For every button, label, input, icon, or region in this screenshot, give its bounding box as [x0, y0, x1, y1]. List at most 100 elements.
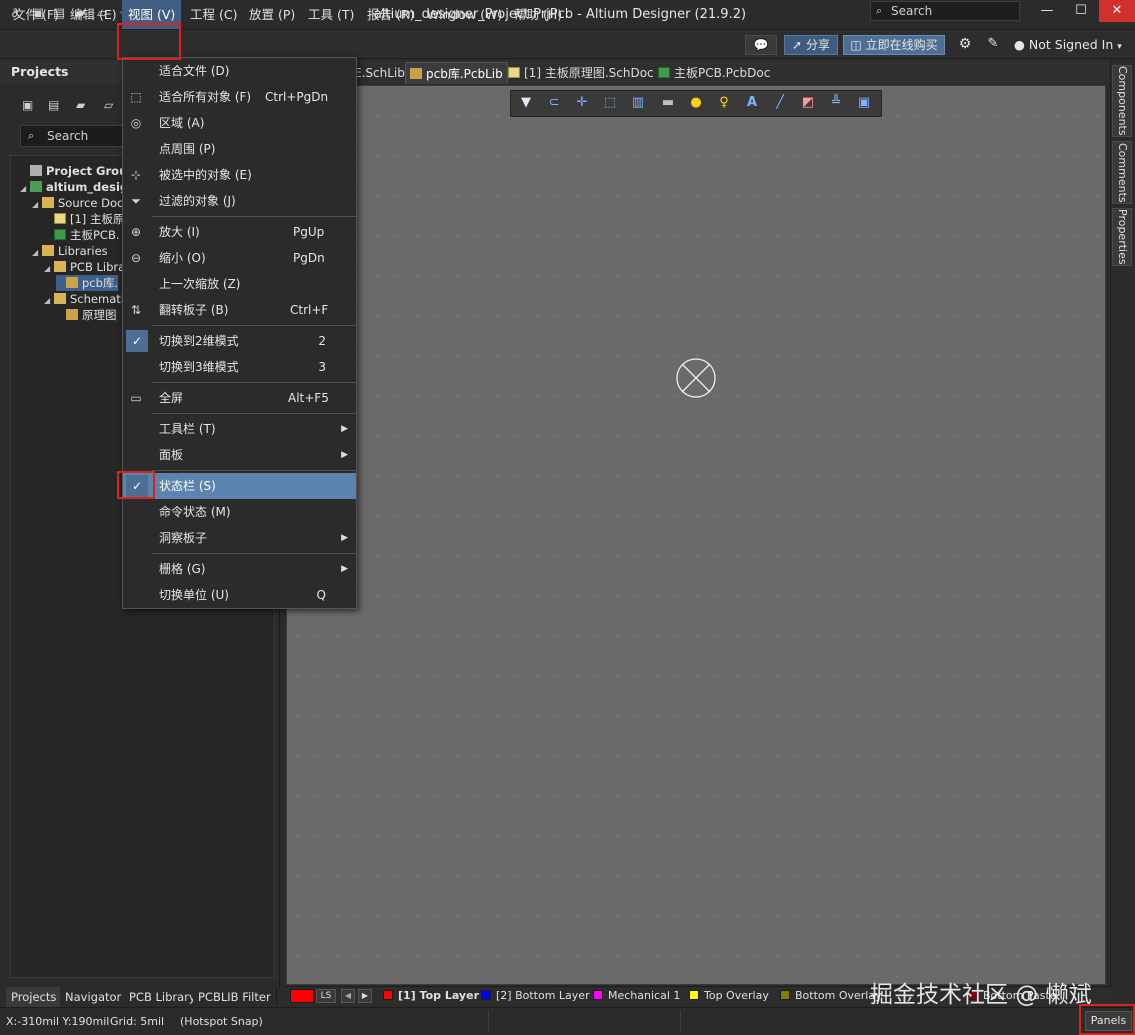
tree-item[interactable]: ◢ altium_design [20, 179, 136, 195]
tree-item[interactable]: ◢ Schematic [44, 291, 130, 307]
expand-triangle-icon[interactable]: ◢ [44, 261, 54, 277]
minimize-button[interactable]: — [1030, 0, 1064, 22]
zoom-in-icon: ⊕ [130, 225, 142, 239]
align-tool-icon[interactable]: ▥ [628, 95, 648, 111]
tree-item[interactable]: 原理图 [56, 307, 117, 323]
view-menu-item[interactable]: ◎ 区域 (A) [123, 110, 356, 136]
doc-tab-pcblib[interactable]: pcb库.PcbLib [405, 62, 508, 84]
pcb-library-canvas[interactable] [286, 85, 1106, 985]
layer-set-button[interactable]: LS [316, 989, 336, 1003]
current-layer-swatch[interactable] [290, 989, 314, 1003]
expand-triangle-icon[interactable]: ◢ [20, 181, 30, 197]
line-tool-icon[interactable]: ╱ [770, 95, 790, 111]
tree-item[interactable]: ◢ Source Docu [32, 195, 131, 211]
annotation-box-panels [1079, 1004, 1135, 1035]
view-menu-item[interactable]: ✓ 状态栏 (S) [123, 473, 356, 499]
via-tool-icon[interactable]: ♀ [714, 95, 734, 111]
notifications-icon[interactable]: ✎ [982, 35, 1004, 55]
view-menu-item[interactable]: 点周围 (P) [123, 136, 356, 162]
dimension-tool-icon[interactable]: ╩ [826, 95, 846, 111]
region-tool-icon[interactable]: ▣ [854, 95, 874, 111]
layer-scroll-right-icon[interactable]: ▶ [358, 989, 372, 1003]
view-menu-item-label: 点周围 (P) [159, 142, 216, 156]
view-menu-item[interactable]: 面板 ▶ [123, 442, 356, 468]
expand-triangle-icon[interactable]: ◢ [44, 293, 54, 309]
menu-help[interactable]: 帮助 (H) [508, 0, 568, 29]
open-project-folder-icon[interactable]: ▰ [76, 98, 90, 112]
view-menu-item-shortcut: 2 [318, 334, 326, 348]
tree-item[interactable]: pcb库. [56, 275, 119, 291]
tree-item[interactable]: 主板PCB. [44, 227, 120, 243]
layer-tab[interactable]: Top Overlay [689, 988, 769, 1004]
tab-projects[interactable]: Projects [6, 987, 63, 1007]
pad-tool-icon[interactable]: ● [686, 95, 706, 111]
view-menu-item[interactable]: ⬚ 适合所有对象 (F) Ctrl+PgDn [123, 84, 356, 110]
tree-item[interactable]: ◢ PCB Libra [44, 259, 125, 275]
tree-item[interactable]: ◢ Libraries [32, 243, 108, 259]
view-menu-item[interactable]: ✓ 切换到2维模式 2 [123, 328, 356, 354]
view-menu-item[interactable]: ⏷ 过滤的对象 (J) [123, 188, 356, 214]
maximize-button[interactable]: ☐ [1064, 0, 1098, 22]
menu-separator [152, 413, 356, 414]
menu-window[interactable]: Window (W) [421, 0, 508, 29]
doc-tab-schlib[interactable]: E.SchLib [350, 62, 409, 84]
menu-reports[interactable]: 报告 (R) [361, 0, 420, 29]
settings-gear-icon[interactable]: ⚙ [954, 35, 976, 55]
arc-tool-icon[interactable]: ◩ [798, 95, 818, 111]
doc-tab-schdoc[interactable]: [1] 主板原理图.SchDoc [504, 62, 658, 84]
layer-tab[interactable]: [1] Top Layer [383, 988, 479, 1004]
user-account-button[interactable]: ● Not Signed In ▾ [1014, 30, 1122, 59]
close-button[interactable]: ✕ [1099, 0, 1135, 22]
tab-navigator[interactable]: Navigator [60, 987, 128, 1007]
status-divider [680, 1010, 681, 1032]
save-project-icon[interactable]: ▣ [22, 98, 36, 112]
crosshair-tool-icon[interactable]: ✛ [572, 95, 592, 111]
expand-triangle-icon[interactable]: ◢ [32, 197, 42, 213]
projects-search-input[interactable]: ⌕ Search [20, 125, 130, 147]
tree-item-label: Libraries [58, 244, 108, 258]
components-panel-tab[interactable]: Components [1112, 65, 1132, 137]
menu-place[interactable]: 放置 (P) [243, 0, 301, 29]
tab-pcb-library[interactable]: PCB Library [124, 987, 202, 1007]
view-menu-item[interactable]: ⇅ 翻转板子 (B) Ctrl+F [123, 297, 356, 323]
layer-color-swatch [383, 990, 393, 1000]
snap-magnet-icon[interactable]: ⊂ [544, 95, 564, 111]
tab-pcblib-filter[interactable]: PCBLIB Filter [193, 987, 277, 1007]
global-search-input[interactable]: ⌕ Search [870, 1, 1020, 21]
properties-panel-tab[interactable]: Properties [1112, 208, 1132, 266]
menu-file[interactable]: 文件 (F) [7, 0, 65, 29]
view-menu-item[interactable]: 切换单位 (U) Q [123, 582, 356, 608]
view-menu-item[interactable]: ⊖ 缩小 (O) PgDn [123, 245, 356, 271]
share-button[interactable]: ➚ 分享 [784, 35, 838, 55]
view-menu-item[interactable]: 洞察板子 ▶ [123, 525, 356, 551]
comments-panel-tab[interactable]: Comments [1112, 141, 1132, 204]
filter-tool-icon[interactable]: ▼ [516, 95, 536, 111]
layer-tab[interactable]: Bottom Overlay [780, 988, 882, 1004]
expand-triangle-icon[interactable]: ◢ [32, 245, 42, 261]
layer-tab[interactable]: Mechanical 1 [593, 988, 680, 1004]
text-tool-icon[interactable]: A [742, 95, 762, 111]
chat-button[interactable]: 💬 [745, 35, 777, 55]
buy-online-button[interactable]: ◫ 立即在线购买 [843, 35, 945, 55]
view-menu-item[interactable]: ▭ 全屏 Alt+F5 [123, 385, 356, 411]
view-menu-item[interactable]: 工具栏 (T) ▶ [123, 416, 356, 442]
view-menu-item[interactable]: 适合文件 (D) [123, 58, 356, 84]
view-menu-item[interactable]: 栅格 (G) ▶ [123, 556, 356, 582]
save-all-projects-icon[interactable]: ▤ [48, 98, 62, 112]
menu-edit[interactable]: 编辑 (E) [64, 0, 123, 29]
tree-item[interactable]: [1] 主板原 [44, 211, 124, 227]
project-options-icon[interactable]: ▱ [104, 98, 118, 112]
view-menu-item[interactable]: 命令状态 (M) [123, 499, 356, 525]
menu-tools[interactable]: 工具 (T) [302, 0, 360, 29]
view-menu-item[interactable]: 上一次缩放 (Z) [123, 271, 356, 297]
doc-tab-pcbdoc[interactable]: 主板PCB.PcbDoc [654, 62, 774, 84]
component-tool-icon[interactable]: ▬ [658, 95, 678, 111]
menu-project[interactable]: 工程 (C) [184, 0, 243, 29]
layer-scroll-left-icon[interactable]: ◀ [341, 989, 355, 1003]
view-menu-item[interactable]: ⊕ 放大 (I) PgUp [123, 219, 356, 245]
view-menu-item[interactable]: ⊹ 被选中的对象 (E) [123, 162, 356, 188]
layer-tab[interactable]: [2] Bottom Layer [481, 988, 590, 1004]
select-box-icon[interactable]: ⬚ [600, 95, 620, 111]
view-menu-item-label: 洞察板子 [159, 531, 208, 545]
view-menu-item[interactable]: 切换到3维模式 3 [123, 354, 356, 380]
